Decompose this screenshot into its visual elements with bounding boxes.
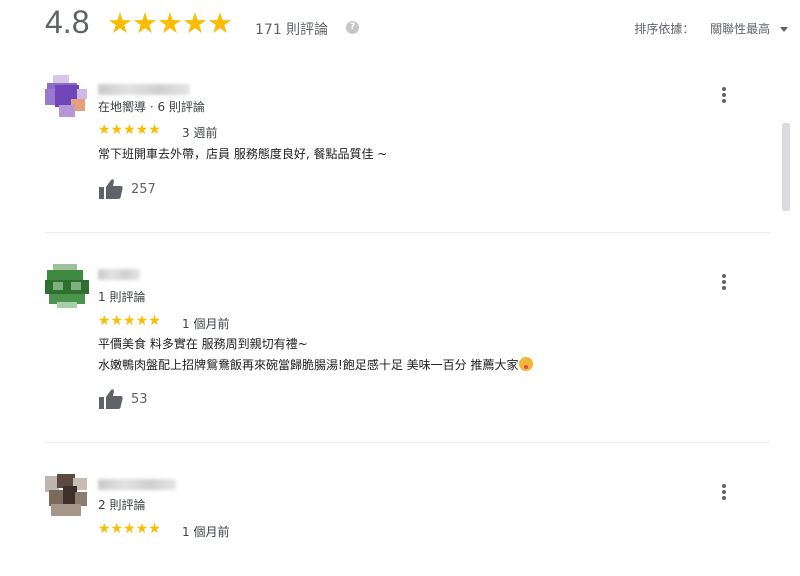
review-text: 常下班開車去外帶，店員 服務態度良好, 餐點品質佳 ~ [98, 144, 387, 165]
like-count: 53 [131, 392, 148, 407]
more-vertical-icon[interactable] [720, 87, 728, 105]
reviewer-name-redacted[interactable] [98, 269, 140, 280]
review-text: 平價美食 料多實在 服務周到親切有禮~ 水嫩鴨肉盤配上招牌鴛鴦飯再來碗當歸脆腸湯… [98, 334, 534, 376]
reviewer-meta[interactable]: 在地嚮導 · 6 則評論 [98, 98, 205, 115]
more-vertical-icon[interactable] [720, 484, 728, 502]
face-savoring-food-emoji [519, 357, 534, 371]
review-stars: ★★★★★ [98, 313, 161, 329]
sort-label: 排序依據： [634, 22, 695, 36]
review-time: 1 個月前 [182, 525, 230, 539]
reviewer-meta[interactable]: 1 則評論 [98, 288, 145, 305]
thumbs-up-icon[interactable] [98, 178, 124, 200]
review-time: 3 週前 [182, 126, 218, 140]
chevron-down-icon[interactable] [780, 27, 788, 32]
review-stars: ★★★★★ [98, 122, 161, 138]
review-text-line: 常下班開車去外帶，店員 服務態度良好, 餐點品質佳 ~ [98, 147, 388, 161]
review-count[interactable]: 171 則評論 [255, 19, 328, 39]
like-count: 257 [131, 182, 156, 197]
avatar[interactable] [45, 264, 89, 308]
review-text-line: 水嫩鴨肉盤配上招牌鴛鴦飯再來碗當歸脆腸湯!飽足感十足 美味一百分 推薦大家 [98, 358, 519, 372]
sort-value[interactable]: 關聯性最高 [710, 22, 770, 36]
average-rating-stars: ★★★★★ [107, 6, 233, 40]
review-stars: ★★★★★ [98, 521, 161, 537]
avatar[interactable] [45, 474, 89, 518]
thumbs-up-icon[interactable] [98, 388, 124, 410]
scrollbar-thumb[interactable] [782, 123, 790, 211]
divider [45, 442, 770, 443]
reviewer-name-redacted[interactable] [98, 479, 176, 490]
reviewer-name-redacted[interactable] [98, 84, 190, 95]
reviews-header: 4.8 ★★★★★ 171 則評論 ? 排序依據： 關聯性最高 [0, 0, 800, 52]
review-text-line-with-emoji: 水嫩鴨肉盤配上招牌鴛鴦飯再來碗當歸脆腸湯!飽足感十足 美味一百分 推薦大家 [98, 355, 534, 376]
question-icon[interactable]: ? [346, 21, 359, 34]
divider [45, 232, 770, 233]
reviewer-meta[interactable]: 2 則評論 [98, 496, 145, 513]
review-text-line: 平價美食 料多實在 服務周到親切有禮~ [98, 337, 308, 351]
avatar[interactable] [45, 75, 89, 119]
average-rating: 4.8 [45, 4, 90, 40]
sort-dropdown[interactable]: 排序依據： 關聯性最高 [634, 20, 788, 37]
review-time: 1 個月前 [182, 317, 230, 331]
more-vertical-icon[interactable] [720, 274, 728, 292]
